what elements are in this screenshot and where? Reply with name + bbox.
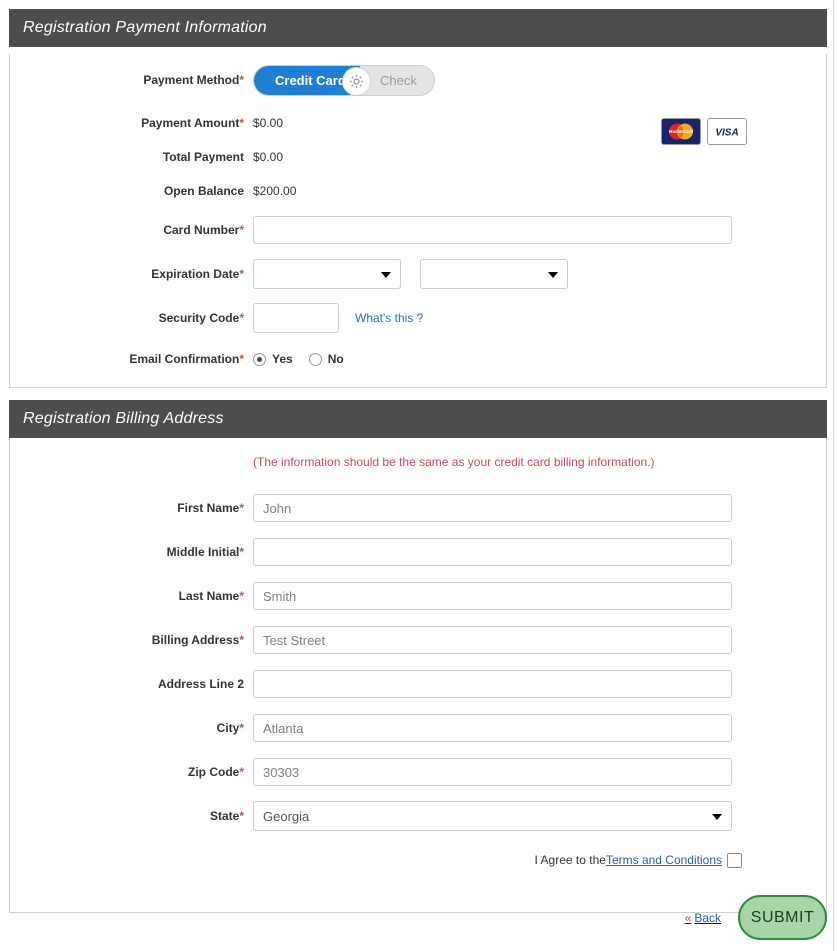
required-marker: * — [239, 116, 244, 130]
payment-amount-value: $0.00 — [253, 116, 283, 130]
state-label: State* — [10, 809, 253, 823]
billing-address-row: Billing Address* — [10, 618, 826, 662]
billing-panel-title: Registration Billing Address — [9, 400, 827, 438]
city-label: City* — [10, 721, 253, 735]
radio-yes-label: Yes — [272, 352, 293, 366]
state-row: State* Georgia — [10, 794, 826, 838]
payment-panel-title: Registration Payment Information — [9, 9, 827, 47]
payment-amount-row: Payment Amount* $0.00 — [10, 106, 826, 140]
billing-address-label: Billing Address* — [10, 633, 253, 647]
required-marker: * — [239, 352, 244, 366]
billing-address-input[interactable] — [253, 626, 732, 654]
security-code-row: Security Code* What's this ? — [10, 296, 826, 340]
security-code-help-link[interactable]: What's this ? — [355, 311, 423, 325]
required-marker: * — [239, 545, 244, 559]
back-link[interactable]: « Back — [685, 911, 721, 925]
terms-agree-checkbox[interactable] — [727, 853, 742, 868]
middle-initial-label: Middle Initial* — [10, 545, 253, 559]
email-confirmation-label: Email Confirmation* — [10, 352, 253, 366]
open-balance-label: Open Balance — [10, 184, 253, 198]
required-marker: * — [239, 589, 244, 603]
email-confirmation-no[interactable]: No — [309, 352, 344, 366]
total-payment-row: Total Payment $0.00 — [10, 140, 826, 174]
address-line-2-input[interactable] — [253, 670, 732, 698]
required-marker: * — [239, 721, 244, 735]
city-row: City* — [10, 706, 826, 750]
payment-method-row: Payment Method* Credit Card Check — [10, 54, 826, 106]
payment-amount-label: Payment Amount* — [10, 116, 253, 130]
required-marker: * — [239, 73, 244, 87]
security-code-label: Security Code* — [10, 311, 253, 325]
zip-code-input[interactable] — [253, 758, 732, 786]
email-confirmation-row: Email Confirmation* Yes No — [10, 340, 826, 378]
address-line-2-row: Address Line 2 — [10, 662, 826, 706]
double-chevron-left-icon: « — [685, 911, 692, 925]
terms-row: I Agree to the Terms and Conditions — [10, 838, 826, 882]
back-link-label: Back — [694, 911, 721, 925]
city-input[interactable] — [253, 714, 732, 742]
required-marker: * — [239, 765, 244, 779]
total-payment-label: Total Payment — [10, 150, 253, 164]
card-number-row: Card Number* — [10, 208, 826, 252]
last-name-label: Last Name* — [10, 589, 253, 603]
chevron-down-icon — [548, 272, 558, 278]
submit-button[interactable]: SUBMIT — [738, 895, 827, 940]
payment-method-toggle[interactable]: Credit Card Check — [253, 65, 435, 96]
billing-note: (The information should be the same as y… — [253, 455, 655, 469]
registration-payment-panel: Registration Payment Information Payment… — [9, 9, 827, 388]
last-name-row: Last Name* — [10, 574, 826, 618]
required-marker: * — [239, 267, 244, 281]
registration-billing-panel: Registration Billing Address (The inform… — [9, 400, 827, 913]
billing-note-row: (The information should be the same as y… — [10, 438, 826, 486]
toggle-knob[interactable] — [342, 67, 371, 96]
form-actions: « Back SUBMIT — [9, 895, 827, 940]
security-code-input[interactable] — [253, 303, 339, 333]
card-number-label: Card Number* — [10, 223, 253, 237]
radio-no-icon[interactable] — [309, 353, 322, 366]
first-name-label: First Name* — [10, 501, 253, 515]
first-name-input[interactable] — [253, 494, 732, 522]
required-marker: * — [239, 633, 244, 647]
chevron-down-icon — [381, 272, 391, 278]
email-confirmation-yes[interactable]: Yes — [253, 352, 293, 366]
zip-code-label: Zip Code* — [10, 765, 253, 779]
page-frame: Registration Payment Information Payment… — [0, 0, 834, 951]
state-select[interactable]: Georgia — [253, 801, 732, 831]
zip-code-row: Zip Code* — [10, 750, 826, 794]
required-marker: * — [239, 809, 244, 823]
open-balance-row: Open Balance $200.00 — [10, 174, 826, 208]
expiration-month-select[interactable] — [253, 259, 401, 289]
state-selected-value: Georgia — [263, 809, 309, 824]
terms-and-conditions-link[interactable]: Terms and Conditions — [606, 853, 722, 867]
expiration-date-row: Expiration Date* — [10, 252, 826, 296]
chevron-down-icon — [712, 814, 722, 820]
gear-icon — [348, 73, 365, 90]
expiration-date-label: Expiration Date* — [10, 267, 253, 281]
radio-no-label: No — [328, 352, 344, 366]
open-balance-value: $200.00 — [253, 184, 296, 198]
last-name-input[interactable] — [253, 582, 732, 610]
middle-initial-input[interactable] — [253, 538, 732, 566]
payment-method-label: Payment Method* — [10, 73, 253, 87]
radio-yes-icon[interactable] — [253, 353, 266, 366]
required-marker: * — [239, 311, 244, 325]
required-marker: * — [239, 223, 244, 237]
required-marker: * — [239, 501, 244, 515]
card-number-input[interactable] — [253, 216, 732, 244]
middle-initial-row: Middle Initial* — [10, 530, 826, 574]
expiration-year-select[interactable] — [420, 259, 568, 289]
first-name-row: First Name* — [10, 486, 826, 530]
payment-panel-body: Payment Method* Credit Card Check — [9, 54, 827, 388]
address-line-2-label: Address Line 2 — [10, 677, 253, 691]
total-payment-value: $0.00 — [253, 150, 283, 164]
terms-prefix: I Agree to the — [535, 853, 606, 867]
billing-panel-body: (The information should be the same as y… — [9, 438, 827, 913]
